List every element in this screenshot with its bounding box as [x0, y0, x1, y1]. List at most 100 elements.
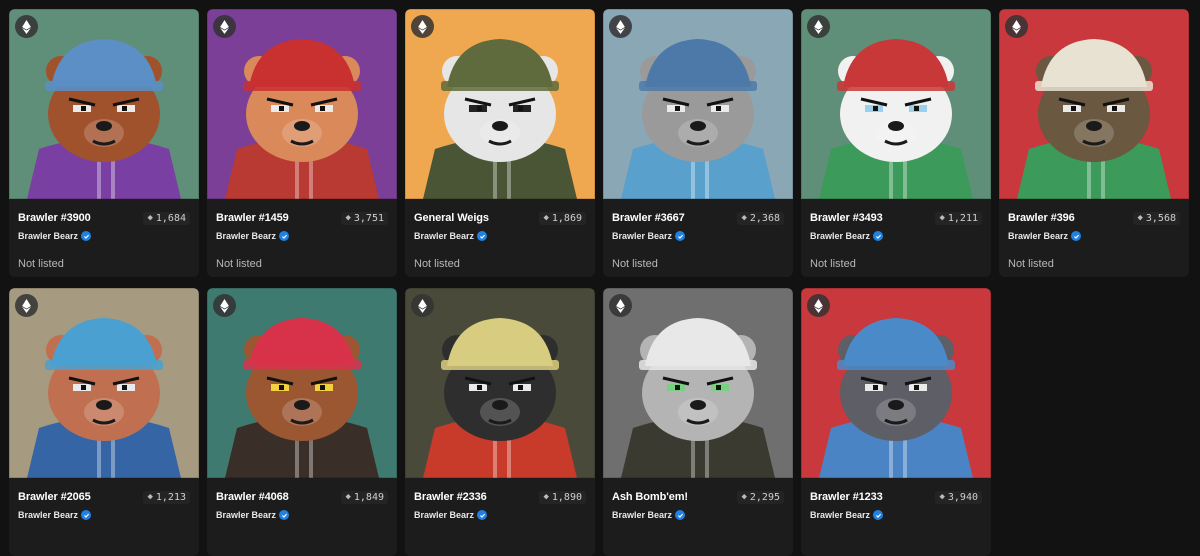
bear-artwork [9, 9, 199, 199]
nft-image[interactable] [207, 9, 397, 199]
nft-image[interactable] [603, 9, 793, 199]
price-value: 2,368 [749, 212, 780, 224]
price-badge: ◆ 3,751 [341, 211, 388, 225]
verified-badge-icon [675, 510, 686, 520]
bear-artwork [801, 9, 991, 199]
bear-artwork [207, 288, 397, 478]
price-value: 1,684 [155, 212, 186, 224]
eth-chain-icon [411, 294, 434, 317]
verified-badge-icon [477, 231, 488, 241]
collection-name[interactable]: Brawler Bearz [216, 510, 276, 520]
nft-card[interactable]: Brawler #396 ◆ 3,568 Brawler Bearz Not l… [999, 9, 1189, 277]
nft-name[interactable]: Brawler #1459 [216, 212, 289, 224]
collection-name[interactable]: Brawler Bearz [810, 510, 870, 520]
eth-chain-icon [411, 15, 434, 38]
listing-status: Not listed [810, 258, 856, 270]
eth-icon: ◆ [741, 213, 747, 223]
eth-icon: ◆ [543, 492, 549, 502]
nft-card[interactable]: Brawler #3667 ◆ 2,368 Brawler Bearz Not … [603, 9, 793, 277]
nft-card[interactable]: Brawler #1233 ◆ 3,940 Brawler Bearz [801, 288, 991, 556]
listing-status: Not listed [414, 258, 460, 270]
price-value: 1,869 [551, 212, 582, 224]
nft-name[interactable]: Brawler #3900 [18, 212, 91, 224]
nft-image[interactable] [801, 288, 991, 478]
nft-name[interactable]: General Weigs [414, 212, 489, 224]
collection-name[interactable]: Brawler Bearz [18, 510, 78, 520]
nft-image[interactable] [405, 9, 595, 199]
nft-name[interactable]: Brawler #3667 [612, 212, 685, 224]
eth-icon: ◆ [345, 492, 351, 502]
eth-chain-icon [1005, 15, 1028, 38]
nft-card[interactable]: Brawler #3900 ◆ 1,684 Brawler Bearz Not … [9, 9, 199, 277]
bear-artwork [603, 9, 793, 199]
verified-badge-icon [873, 510, 884, 520]
eth-chain-icon [807, 15, 830, 38]
nft-name[interactable]: Brawler #1233 [810, 491, 883, 503]
eth-chain-icon [213, 15, 236, 38]
price-badge: ◆ 2,368 [737, 211, 784, 225]
eth-chain-icon [15, 15, 38, 38]
price-badge: ◆ 1,890 [539, 490, 586, 504]
collection-name[interactable]: Brawler Bearz [1008, 231, 1068, 241]
price-badge: ◆ 1,869 [539, 211, 586, 225]
eth-chain-icon [609, 15, 632, 38]
price-badge: ◆ 3,940 [935, 490, 982, 504]
price-value: 3,940 [947, 491, 978, 503]
verified-badge-icon [81, 231, 92, 241]
verified-badge-icon [873, 231, 884, 241]
collection-name[interactable]: Brawler Bearz [216, 231, 276, 241]
collection-name[interactable]: Brawler Bearz [612, 510, 672, 520]
bear-artwork [207, 9, 397, 199]
price-value: 1,211 [947, 212, 978, 224]
verified-badge-icon [477, 510, 488, 520]
nft-card[interactable]: Brawler #1459 ◆ 3,751 Brawler Bearz Not … [207, 9, 397, 277]
nft-image[interactable] [207, 288, 397, 478]
nft-name[interactable]: Brawler #2336 [414, 491, 487, 503]
listing-status: Not listed [18, 258, 64, 270]
listing-status: Not listed [612, 258, 658, 270]
nft-name[interactable]: Brawler #2065 [18, 491, 91, 503]
verified-badge-icon [279, 510, 290, 520]
nft-image[interactable] [405, 288, 595, 478]
nft-image[interactable] [999, 9, 1189, 199]
nft-card[interactable]: Ash Bomb'em! ◆ 2,295 Brawler Bearz [603, 288, 793, 556]
listing-status: Not listed [216, 258, 262, 270]
nft-card[interactable]: Brawler #4068 ◆ 1,849 Brawler Bearz [207, 288, 397, 556]
nft-image[interactable] [9, 288, 199, 478]
nft-name[interactable]: Ash Bomb'em! [612, 491, 688, 503]
price-badge: ◆ 1,684 [143, 211, 190, 225]
collection-name[interactable]: Brawler Bearz [810, 231, 870, 241]
collection-name[interactable]: Brawler Bearz [414, 510, 474, 520]
eth-icon: ◆ [1137, 213, 1143, 223]
nft-name[interactable]: Brawler #396 [1008, 212, 1075, 224]
nft-image[interactable] [9, 9, 199, 199]
nft-card[interactable]: Brawler #3493 ◆ 1,211 Brawler Bearz Not … [801, 9, 991, 277]
eth-chain-icon [807, 294, 830, 317]
eth-chain-icon [609, 294, 632, 317]
price-value: 3,568 [1145, 212, 1176, 224]
eth-icon: ◆ [147, 492, 153, 502]
collection-name[interactable]: Brawler Bearz [414, 231, 474, 241]
price-badge: ◆ 1,849 [341, 490, 388, 504]
eth-icon: ◆ [543, 213, 549, 223]
bear-artwork [405, 288, 595, 478]
eth-chain-icon [15, 294, 38, 317]
collection-name[interactable]: Brawler Bearz [18, 231, 78, 241]
eth-icon: ◆ [939, 492, 945, 502]
nft-image[interactable] [801, 9, 991, 199]
nft-card[interactable]: Brawler #2336 ◆ 1,890 Brawler Bearz [405, 288, 595, 556]
nft-grid: Brawler #3900 ◆ 1,684 Brawler Bearz Not … [9, 9, 1189, 556]
nft-name[interactable]: Brawler #3493 [810, 212, 883, 224]
price-value: 3,751 [353, 212, 384, 224]
nft-name[interactable]: Brawler #4068 [216, 491, 289, 503]
bear-artwork [405, 9, 595, 199]
eth-icon: ◆ [345, 213, 351, 223]
eth-icon: ◆ [741, 492, 747, 502]
nft-card[interactable]: Brawler #2065 ◆ 1,213 Brawler Bearz [9, 288, 199, 556]
collection-name[interactable]: Brawler Bearz [612, 231, 672, 241]
nft-card[interactable]: General Weigs ◆ 1,869 Brawler Bearz Not … [405, 9, 595, 277]
verified-badge-icon [279, 231, 290, 241]
verified-badge-icon [81, 510, 92, 520]
nft-image[interactable] [603, 288, 793, 478]
eth-chain-icon [213, 294, 236, 317]
